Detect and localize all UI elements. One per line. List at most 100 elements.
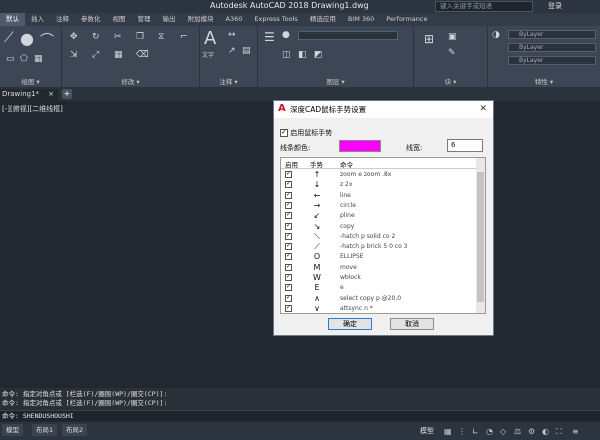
row-enable-checkbox[interactable]	[285, 170, 292, 178]
row-enable-checkbox[interactable]	[285, 283, 292, 292]
table-row[interactable]: ∧ select copy p @20,0	[281, 294, 477, 304]
enable-gesture-checkbox[interactable]	[280, 128, 288, 137]
annotation-panel-label[interactable]: 注释 ▾	[200, 76, 257, 86]
table-row[interactable]: ↙ pline	[281, 211, 477, 221]
viewport-controls[interactable]: [-][俯视][二维线框]	[2, 104, 63, 114]
mirror-icon[interactable]: ⧖	[158, 32, 164, 42]
array-icon[interactable]: ▦	[114, 50, 123, 60]
row-enable-checkbox[interactable]	[285, 273, 292, 281]
ribbon-tab[interactable]: 注释	[50, 13, 75, 26]
osnap-icon[interactable]: ◇	[500, 427, 506, 436]
move-icon[interactable]: ✥	[70, 32, 78, 42]
match-properties-icon[interactable]: ◑	[492, 30, 500, 40]
enable-gesture-row[interactable]: 启用鼠标手势	[280, 128, 332, 138]
dialog-close-icon[interactable]: ✕	[479, 101, 487, 118]
fullscreen-icon[interactable]: ⛶	[556, 427, 562, 437]
line-icon[interactable]: ⟋	[4, 30, 14, 46]
row-enable-checkbox[interactable]	[285, 232, 292, 240]
layer-isolate-icon[interactable]: ◩	[314, 50, 323, 60]
command-input[interactable]: 命令: SHENDUSHOUSHI	[0, 410, 600, 421]
table-row[interactable]: ↓ z 2x	[281, 180, 477, 190]
close-tab-icon[interactable]: ×	[48, 89, 54, 100]
table-row[interactable]: ↑ zoom e zoom .8x	[281, 170, 477, 180]
line-color-swatch[interactable]	[339, 140, 381, 152]
search-input[interactable]: 键入关键字或短语	[435, 1, 533, 12]
table-row[interactable]: Wwblock	[281, 273, 477, 283]
ribbon-tab[interactable]: 插入	[25, 13, 50, 26]
copy-icon[interactable]: ❐	[136, 32, 144, 42]
arc-icon[interactable]: ⌒	[40, 30, 54, 50]
text-icon[interactable]: A	[204, 28, 216, 49]
table-row[interactable]: Mmove	[281, 263, 477, 273]
scrollbar-thumb[interactable]	[477, 172, 484, 302]
circle-icon[interactable]: ●	[20, 29, 34, 48]
ribbon-tab[interactable]: 输出	[157, 13, 182, 26]
model-tab[interactable]: 模型	[2, 424, 23, 436]
hatch-icon[interactable]: ▦	[34, 54, 43, 64]
ortho-icon[interactable]: ∟	[472, 427, 479, 436]
create-block-icon[interactable]: ▣	[448, 32, 457, 42]
row-enable-checkbox[interactable]	[285, 211, 292, 220]
row-enable-checkbox[interactable]	[285, 294, 292, 302]
ribbon-tab[interactable]: A360	[220, 13, 249, 26]
table-row[interactable]: ⟋ -hatch p brick 5 0 co 3	[281, 242, 477, 252]
layers-panel-label[interactable]: 图层 ▾	[258, 76, 413, 86]
annotation-scale-icon[interactable]: ⚖	[514, 427, 521, 436]
table-row[interactable]: ∨ attsync n *	[281, 304, 477, 313]
layout1-tab[interactable]: 布局1	[32, 424, 58, 436]
table-row[interactable]: ↘ copy	[281, 222, 477, 232]
row-enable-checkbox[interactable]	[285, 180, 292, 189]
ribbon-tab[interactable]: BIM 360	[342, 13, 380, 26]
linetype-dropdown[interactable]: ByLayer	[508, 43, 596, 52]
rectangle-icon[interactable]: ▭	[6, 54, 15, 64]
model-space-indicator[interactable]: 模型	[420, 426, 434, 436]
workspace-icon[interactable]: ⚙	[528, 427, 535, 436]
layer-tool-icon[interactable]: ◫	[282, 50, 291, 60]
scale-icon[interactable]: ⤢	[92, 50, 99, 60]
ribbon-tab[interactable]: 参数化	[75, 13, 107, 26]
properties-panel-label[interactable]: 特性 ▾	[488, 76, 600, 86]
trim-icon[interactable]: ✂	[114, 32, 122, 42]
rotate-icon[interactable]: ↻	[92, 32, 100, 42]
color-dropdown[interactable]: ByLayer	[508, 30, 596, 39]
table-row[interactable]: O ELLIPSE	[281, 252, 477, 262]
polar-icon[interactable]: ◔	[486, 427, 493, 436]
stretch-icon[interactable]: ⇲	[70, 50, 78, 60]
table-icon[interactable]: ▤	[242, 46, 251, 56]
layout2-tab[interactable]: 布局2	[62, 424, 88, 436]
lightbulb-icon[interactable]: ●	[282, 30, 290, 40]
ribbon-tab[interactable]: 视图	[107, 13, 132, 26]
table-row[interactable]: → circle	[281, 201, 477, 211]
modify-panel-label[interactable]: 修改 ▾	[62, 76, 199, 86]
cancel-button[interactable]: 取消	[390, 318, 434, 330]
ribbon-tab[interactable]: 附加模块	[182, 13, 220, 26]
ribbon-tab[interactable]: 精选应用	[304, 13, 342, 26]
snap-icon[interactable]: ⋮	[458, 427, 466, 436]
ok-button[interactable]: 确定	[328, 318, 372, 330]
block-panel-label[interactable]: 块 ▾	[414, 76, 487, 86]
drawing-tab[interactable]: Drawing1* ×	[0, 89, 58, 101]
new-tab-button[interactable]: +	[62, 89, 72, 99]
line-width-input[interactable]: 6	[447, 139, 483, 152]
ribbon-tab[interactable]: 默认	[0, 13, 25, 26]
table-row[interactable]: ← line	[281, 191, 477, 201]
polygon-icon[interactable]: ⬠	[20, 54, 28, 64]
login-button[interactable]: 登录	[548, 1, 562, 11]
row-enable-checkbox[interactable]	[285, 304, 292, 312]
fillet-icon[interactable]: ⌐	[180, 32, 188, 42]
grid-icon[interactable]: ▦	[444, 427, 452, 436]
erase-icon[interactable]: ⌫	[136, 50, 149, 60]
ribbon-tab[interactable]: Express Tools	[248, 13, 303, 26]
draw-panel-label[interactable]: 绘图 ▾	[0, 76, 61, 86]
ribbon-tab[interactable]: Performance	[380, 13, 433, 26]
ribbon-tab[interactable]: 管理	[132, 13, 157, 26]
row-enable-checkbox[interactable]	[285, 222, 292, 230]
dimension-icon[interactable]: ↔	[228, 30, 236, 40]
table-row[interactable]: Ee	[281, 283, 477, 293]
row-enable-checkbox[interactable]	[285, 242, 292, 251]
row-enable-checkbox[interactable]	[285, 201, 292, 209]
leader-icon[interactable]: ↗	[228, 46, 236, 56]
edit-block-icon[interactable]: ✎	[448, 48, 456, 58]
layer-properties-icon[interactable]: ☰	[264, 30, 275, 44]
lineweight-dropdown[interactable]: ByLayer	[508, 56, 596, 65]
